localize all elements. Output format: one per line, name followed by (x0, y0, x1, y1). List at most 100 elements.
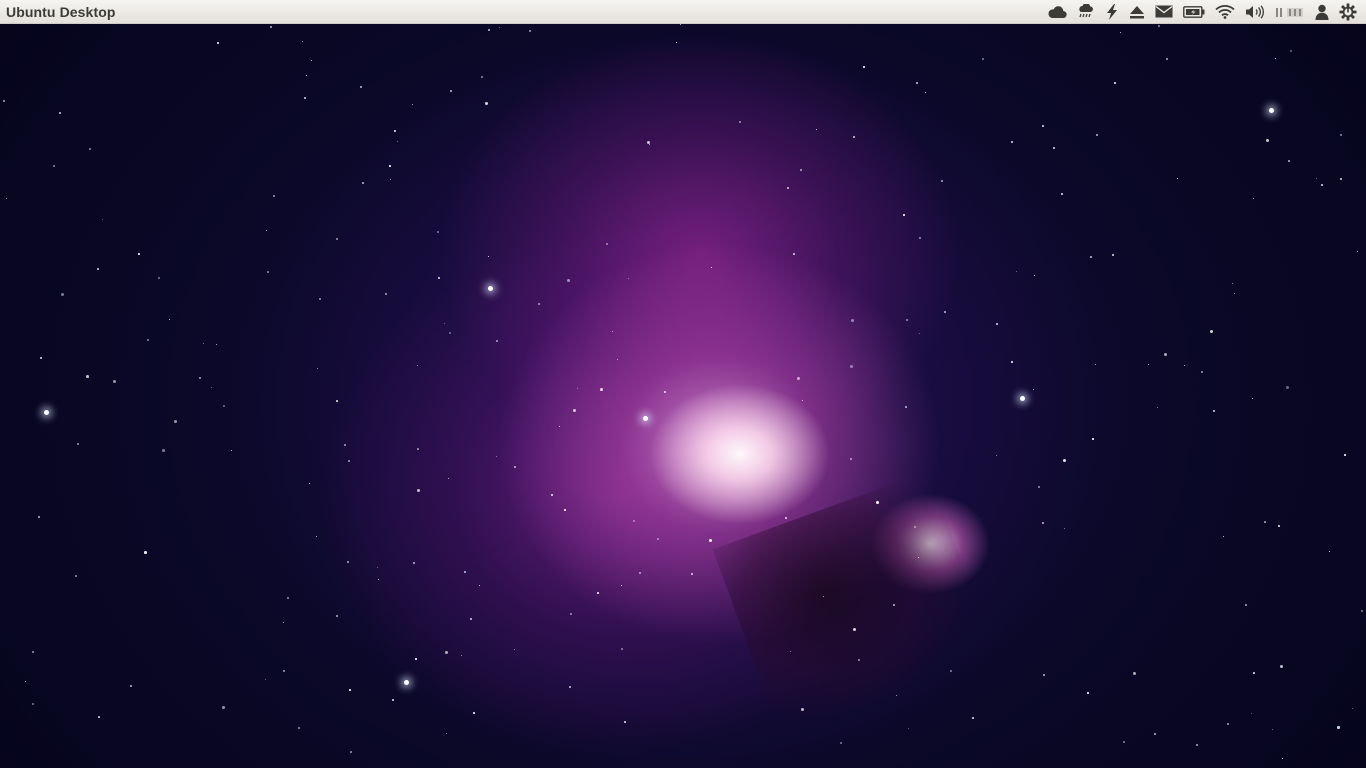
star (1223, 536, 1225, 538)
star (1321, 184, 1324, 187)
bright-star (643, 416, 648, 421)
star (75, 575, 77, 577)
star (1340, 134, 1342, 136)
star (800, 169, 802, 171)
indicator-area (1042, 0, 1362, 24)
battery-icon[interactable] (1178, 0, 1210, 24)
star (739, 121, 742, 124)
star (417, 448, 419, 450)
star (231, 450, 233, 452)
star (1164, 353, 1168, 357)
star (273, 195, 276, 198)
star (496, 340, 498, 342)
star (597, 592, 600, 595)
star (1266, 139, 1269, 142)
bright-star (1269, 108, 1274, 113)
star (529, 30, 531, 32)
star (1154, 733, 1157, 736)
user-icon[interactable] (1310, 0, 1334, 24)
volume-icon[interactable] (1240, 0, 1270, 24)
star (559, 426, 561, 428)
star (1344, 454, 1346, 456)
star (996, 323, 998, 325)
star (919, 237, 921, 239)
star (1286, 386, 1290, 390)
star (25, 681, 27, 683)
star (270, 26, 272, 28)
star (302, 41, 304, 43)
bright-star (44, 410, 49, 415)
star (283, 670, 285, 672)
star (919, 333, 921, 335)
star (485, 102, 489, 106)
star (223, 405, 225, 407)
star (174, 420, 177, 423)
star (612, 331, 614, 333)
star (567, 279, 571, 283)
star (217, 42, 219, 44)
star (916, 82, 918, 84)
star (676, 42, 678, 44)
star (1148, 364, 1150, 366)
star (446, 733, 448, 735)
star (211, 387, 213, 389)
star (347, 561, 350, 564)
star (538, 303, 541, 306)
wifi-icon[interactable] (1210, 0, 1240, 24)
lightning-icon[interactable] (1100, 0, 1124, 24)
weather-rain-icon[interactable] (1072, 0, 1100, 24)
star (914, 526, 916, 528)
star (394, 130, 397, 133)
star (169, 319, 171, 321)
star (1288, 160, 1291, 163)
nebula-dust-lane (712, 470, 998, 738)
star (1011, 141, 1013, 143)
cloud-icon[interactable] (1042, 0, 1072, 24)
star (1275, 58, 1277, 60)
star (514, 466, 516, 468)
star (1064, 528, 1066, 530)
star (982, 58, 984, 60)
star (858, 659, 860, 661)
star (1112, 254, 1114, 256)
star (102, 219, 104, 221)
star (385, 293, 387, 295)
star (1133, 672, 1137, 676)
keyboard-indicator-icon[interactable] (1270, 0, 1310, 24)
star (144, 551, 147, 554)
star (711, 267, 713, 269)
star (1201, 371, 1204, 374)
star (649, 144, 651, 146)
star (1038, 486, 1041, 489)
star (61, 293, 64, 296)
star (1264, 521, 1266, 523)
star (319, 298, 322, 301)
mail-icon[interactable] (1150, 0, 1178, 24)
eject-icon[interactable] (1124, 0, 1150, 24)
nebula-wallpaper (0, 24, 1366, 768)
star (488, 256, 490, 258)
star (306, 75, 308, 77)
star (470, 618, 472, 620)
star (464, 571, 466, 573)
star (850, 458, 852, 460)
star (639, 572, 642, 575)
star (77, 443, 79, 445)
star (1011, 361, 1013, 363)
star (1282, 758, 1284, 760)
star (569, 686, 571, 688)
bright-star (488, 286, 493, 291)
power-gear-icon[interactable] (1334, 0, 1362, 24)
star (1043, 674, 1045, 676)
star (1158, 25, 1160, 27)
star (448, 478, 450, 480)
star (283, 622, 285, 624)
star (1196, 744, 1198, 746)
star (1352, 708, 1354, 710)
star (941, 180, 943, 182)
star (908, 728, 910, 730)
star (551, 494, 554, 497)
star (496, 456, 498, 458)
star (158, 277, 161, 280)
star (840, 742, 843, 745)
